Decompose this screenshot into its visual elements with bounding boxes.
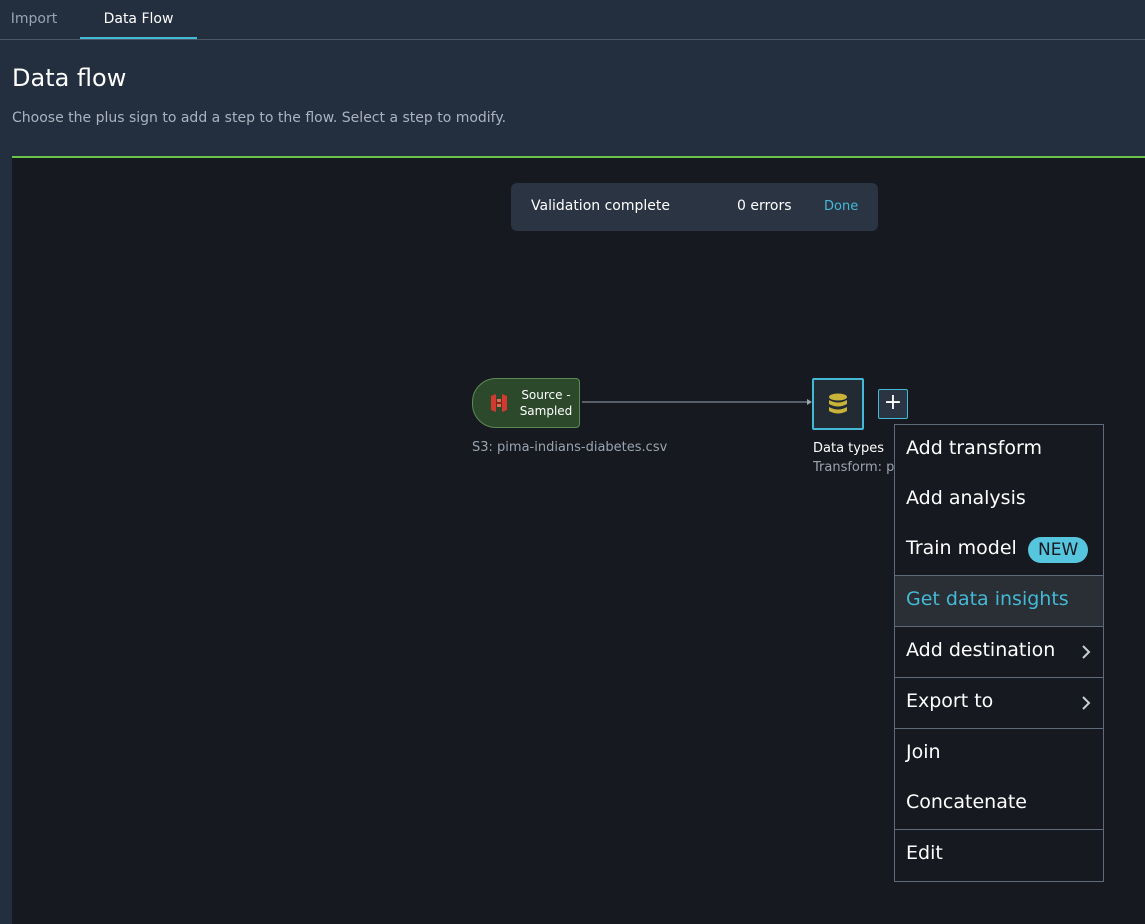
source-node-caption: S3: pima-indians-diabetes.csv xyxy=(472,440,668,455)
done-link[interactable]: Done xyxy=(824,199,858,214)
menu-item-label: Edit xyxy=(906,842,943,864)
flow-canvas[interactable]: Validation complete 0 errors Done Source… xyxy=(12,156,1145,924)
validation-status: Validation complete xyxy=(531,198,670,214)
menu-item-edit[interactable]: Edit xyxy=(895,830,1103,880)
chevron-right-icon xyxy=(1081,694,1091,710)
menu-item-label: Train model xyxy=(906,537,1017,559)
menu-item-label: Concatenate xyxy=(906,791,1027,813)
menu-item-add-analysis[interactable]: Add analysis xyxy=(895,475,1103,525)
add-step-menu: Add transform Add analysis Train model N… xyxy=(894,424,1104,882)
new-badge: NEW xyxy=(1028,537,1089,563)
error-count: 0 errors xyxy=(737,198,792,214)
menu-item-label: Export to xyxy=(906,690,994,712)
menu-item-add-transform[interactable]: Add transform xyxy=(895,425,1103,475)
menu-item-concatenate[interactable]: Concatenate xyxy=(895,779,1103,829)
add-step-button[interactable]: + xyxy=(878,389,908,419)
menu-item-get-data-insights[interactable]: Get data insights xyxy=(895,576,1103,626)
tab-data-flow[interactable]: Data Flow xyxy=(80,0,197,39)
flow-edge xyxy=(582,399,812,405)
data-types-label: Data types xyxy=(813,441,884,456)
source-node[interactable]: Source - Sampled xyxy=(472,378,580,428)
tab-import[interactable]: Import xyxy=(0,0,68,39)
menu-item-train-model[interactable]: Train model NEW xyxy=(895,525,1103,575)
s3-bucket-icon xyxy=(487,391,511,415)
menu-item-export-to[interactable]: Export to xyxy=(895,678,1103,728)
source-node-label: Source - Sampled xyxy=(519,388,573,418)
menu-item-join[interactable]: Join xyxy=(895,729,1103,779)
data-types-node[interactable] xyxy=(812,378,864,430)
page-title: Data flow xyxy=(12,64,127,92)
tab-bar: Import Data Flow xyxy=(0,0,1145,40)
validation-toast: Validation complete 0 errors Done xyxy=(511,183,878,231)
menu-item-label: Add analysis xyxy=(906,487,1026,509)
menu-item-label: Add destination xyxy=(906,639,1056,661)
menu-item-label: Get data insights xyxy=(906,588,1069,610)
data-types-caption: Transform: pima-indians-diabetes.csv xyxy=(813,460,899,475)
menu-item-label: Join xyxy=(906,741,941,763)
menu-item-add-destination[interactable]: Add destination xyxy=(895,627,1103,677)
page-description: Choose the plus sign to add a step to th… xyxy=(12,110,507,126)
menu-item-label: Add transform xyxy=(906,437,1042,459)
database-icon xyxy=(827,392,849,416)
chevron-right-icon xyxy=(1081,643,1091,659)
